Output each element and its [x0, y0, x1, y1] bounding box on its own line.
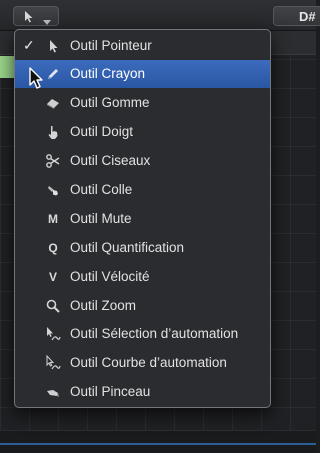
glue-icon — [44, 181, 62, 199]
menu-item-zoom[interactable]: Outil Zoom — [15, 292, 270, 320]
menu-item-label: Outil Courbe d’automation — [70, 355, 227, 370]
automation-curve-icon — [44, 354, 62, 372]
bottom-bar — [0, 430, 316, 453]
finger-icon — [44, 123, 62, 141]
menu-item-label: Outil Zoom — [70, 298, 137, 313]
mouse-cursor-icon — [29, 67, 45, 96]
menu-item-label: Outil Doigt — [70, 124, 134, 139]
eraser-icon — [44, 94, 62, 112]
menu-item-label: Outil Quantification — [70, 240, 185, 255]
menu-item-label: Outil Mute — [70, 211, 132, 226]
menu-item-label: Outil Colle — [70, 182, 133, 197]
position-line — [0, 443, 316, 445]
menu-item-crayon[interactable]: Outil Crayon — [15, 60, 270, 88]
mute-icon: M — [48, 212, 58, 226]
menu-item-label: Outil Gomme — [70, 95, 150, 110]
pointer-icon — [44, 37, 62, 55]
velocity-icon: V — [48, 270, 57, 284]
toolbar: D# — [0, 0, 320, 31]
menu-item-pinceau[interactable]: Outil Pinceau — [15, 378, 270, 406]
menu-item-courbe-automation[interactable]: Outil Courbe d’automation — [15, 349, 270, 377]
tool-menu: ✓ Outil Pointeur Outil Crayon Outil Gomm… — [14, 29, 271, 408]
automation-select-icon — [44, 325, 62, 343]
menu-item-pointeur[interactable]: ✓ Outil Pointeur — [15, 32, 270, 60]
menu-item-velocite[interactable]: V Outil Vélocité — [15, 263, 270, 291]
menu-item-label: Outil Pointeur — [70, 38, 152, 53]
tool-menu-button[interactable] — [13, 6, 59, 26]
quantize-icon: Q — [48, 241, 58, 255]
menu-item-selection-automation[interactable]: Outil Sélection d’automation — [15, 320, 270, 348]
menu-item-colle[interactable]: Outil Colle — [15, 176, 270, 204]
menu-item-gomme[interactable]: Outil Gomme — [15, 89, 270, 117]
region-strip — [0, 56, 14, 78]
menu-item-doigt[interactable]: Outil Doigt — [15, 118, 270, 146]
zoom-icon — [44, 297, 62, 315]
key-button[interactable]: D# — [273, 6, 320, 26]
scissors-icon — [44, 152, 62, 170]
menu-item-label: Outil Crayon — [70, 66, 146, 81]
menu-item-mute[interactable]: M Outil Mute — [15, 205, 270, 233]
checkmark-icon: ✓ — [23, 37, 35, 53]
menu-item-label: Outil Ciseaux — [70, 153, 151, 168]
menu-item-label: Outil Vélocité — [70, 269, 150, 284]
menu-item-ciseaux[interactable]: Outil Ciseaux — [15, 147, 270, 175]
menu-item-label: Outil Sélection d’automation — [70, 326, 239, 341]
brush-icon — [44, 383, 62, 401]
pencil-icon — [44, 65, 62, 83]
menu-item-label: Outil Pinceau — [70, 384, 151, 399]
menu-item-quantification[interactable]: Q Outil Quantification — [15, 234, 270, 262]
pointer-arrow-icon — [24, 10, 34, 28]
